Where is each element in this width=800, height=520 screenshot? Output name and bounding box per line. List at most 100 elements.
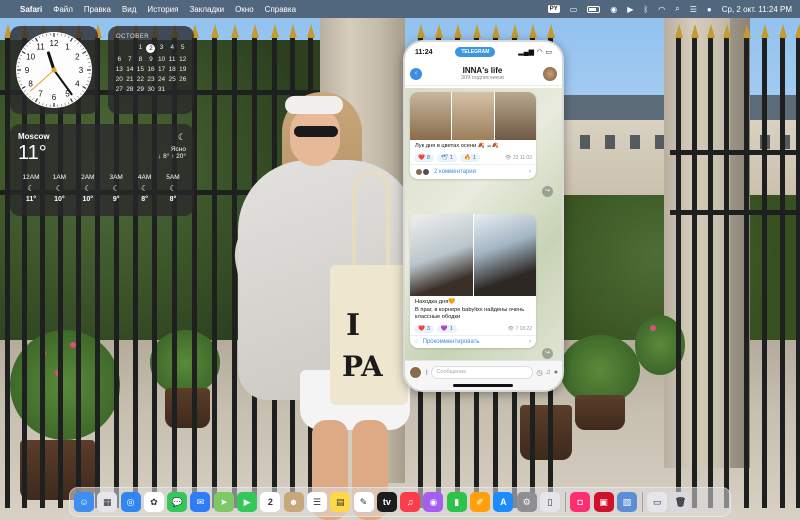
dock-screenshot-icon[interactable]: ◘ (570, 492, 591, 512)
dock-downloads-icon[interactable]: ▭ (647, 492, 668, 512)
dock-reminders-icon[interactable]: ☰ (306, 492, 327, 512)
input-source-icon[interactable]: PY (547, 5, 560, 13)
dock-pages-icon[interactable]: ✐ (470, 492, 491, 512)
post-photos[interactable] (410, 92, 536, 140)
dock-system-settings-icon[interactable]: ⚙ (516, 492, 537, 512)
dock-app-store-icon[interactable]: A (493, 492, 514, 512)
moon-icon: ☾ (177, 132, 186, 142)
plant-pot (520, 405, 572, 460)
app-menu[interactable]: Safari (20, 5, 42, 14)
post-photo[interactable] (494, 92, 536, 140)
reaction-dove[interactable]: 🕊 1 (436, 153, 457, 162)
menu-edit[interactable]: Правка (84, 5, 111, 14)
tote-bag-letter: PA (342, 350, 383, 383)
channel-avatar[interactable] (543, 66, 557, 81)
control-center-icon[interactable]: ☰ (690, 5, 697, 14)
attach-icon[interactable]: ⌇ (425, 369, 428, 377)
sender-avatar[interactable] (409, 366, 422, 379)
calendar-day (114, 44, 125, 53)
message-input[interactable]: Сообщение (431, 366, 534, 379)
dock-numbers-icon[interactable]: ▮ (446, 492, 467, 512)
chat-area[interactable]: Лук дня в цветах осени 🍂 ☕🍂 ❤️ 8 🕊 1 🔥 1 👁 … (405, 88, 562, 360)
bluetooth-icon[interactable]: ᛒ (643, 5, 648, 14)
calendar-day: 11 (168, 56, 176, 63)
post-photo[interactable] (410, 214, 473, 296)
moon-icon: ☾ (169, 184, 177, 193)
dock-launchpad-icon[interactable]: ▦ (97, 492, 118, 512)
reaction-heart[interactable]: ❤️ 8 (414, 153, 434, 162)
post-photos[interactable] (410, 214, 536, 296)
clock-number: 6 (52, 93, 57, 102)
play-icon[interactable]: ▶ (627, 5, 633, 14)
dock-contacts-icon[interactable]: ☻ (283, 492, 304, 512)
airplay-icon[interactable]: ◉ (610, 5, 617, 14)
forecast-temp: 8° (141, 196, 148, 203)
menu-file[interactable]: Файл (53, 5, 73, 14)
forecast-temp: 10° (82, 196, 94, 203)
comment-button[interactable]: ◌ Прокомментировать › (410, 335, 536, 348)
forecast-temp: 11° (25, 196, 37, 203)
post-photo[interactable] (473, 214, 536, 296)
dock-safari-icon[interactable]: ◎ (120, 492, 141, 512)
fence-tip (416, 24, 425, 38)
reaction-fire[interactable]: 🔥 1 (459, 153, 480, 162)
forecast-hour: 1AM ☾ 10° (46, 174, 72, 203)
dock-finder-icon[interactable]: ☺ (74, 492, 94, 512)
siri-icon[interactable]: ● (707, 5, 712, 14)
menu-view[interactable]: Вид (122, 5, 136, 14)
channel-title[interactable]: INNA's life 309 подписчиков (422, 66, 543, 81)
channel-post[interactable]: Лук дня в цветах осени 🍂 ☕🍂 ❤️ 8 🕊 1 🔥 1 👁 … (410, 92, 536, 179)
fence-tip (674, 24, 683, 38)
timer-icon[interactable]: ◷ (536, 369, 542, 377)
bell-icon[interactable]: ♫ (546, 369, 551, 376)
fence-tip (794, 24, 800, 38)
tote-bag (330, 265, 408, 405)
dock-photos-icon[interactable]: ✿ (143, 492, 164, 512)
menu-history[interactable]: История (147, 5, 178, 14)
dock-facetime-icon[interactable]: ▶ (237, 492, 258, 512)
post-photo[interactable] (410, 92, 452, 140)
forward-icon[interactable]: ↪ (542, 348, 553, 359)
calendar-day: 30 (147, 86, 155, 93)
dock-music-icon[interactable]: ♫ (400, 492, 421, 512)
clock-widget[interactable]: 1 2 3 4 5 6 7 8 9 10 11 12 (10, 26, 98, 114)
comments-link[interactable]: 2 комментария › (410, 163, 536, 179)
weather-widget[interactable]: Moscow 11° ☾ Ясно ↓ 8° ↑ 20° 12AM ☾ 11° 1AM… (10, 124, 194, 216)
calendar-day: 19 (179, 66, 187, 73)
dock-trash-icon[interactable]: 🗑 (670, 492, 691, 512)
iphone-mirroring-window[interactable]: 11:24 TELEGRAM ▂▄▆ ◠ ▭ ‹ INNA's life 309… (403, 40, 564, 392)
battery-icon[interactable] (587, 5, 601, 13)
menu-bookmarks[interactable]: Закладки (189, 5, 224, 14)
dock-podcasts-icon[interactable]: ◉ (423, 492, 444, 512)
fence-tip (546, 24, 555, 38)
post-photo[interactable] (452, 92, 494, 140)
dock-messages-icon[interactable]: 💬 (167, 492, 188, 512)
microphone-icon[interactable]: ● (554, 369, 558, 376)
dock-notes-icon[interactable]: ▤ (330, 492, 351, 512)
calendar-day (177, 86, 188, 93)
dock-iphone-mirroring-icon[interactable]: ▯ (539, 492, 560, 512)
menu-help[interactable]: Справка (265, 5, 296, 14)
dock-photo-booth-icon[interactable]: ▣ (593, 492, 614, 512)
channel-post[interactable]: Находка дня🧡 В праг, в корнере babylixx … (410, 214, 536, 349)
dock-tv-icon[interactable]: tv (376, 492, 397, 512)
display-icon[interactable]: ▭ (570, 5, 578, 14)
dock-calendar-icon[interactable]: 2 (260, 492, 281, 512)
reaction-purple-heart[interactable]: 💜 1 (436, 325, 457, 334)
forecast-time: 5AM (166, 174, 180, 181)
search-icon[interactable]: ⌕ (675, 4, 679, 14)
back-icon[interactable]: ‹ (410, 67, 422, 80)
calendar-widget[interactable]: OCTOBER 1 2 3 4 5 6 7 8 9 10 11 12 13 14 15 16 17 18 19 20 2… (108, 26, 194, 114)
forecast-hour: 4AM ☾ 8° (132, 174, 158, 203)
menubar-datetime[interactable]: Ср, 2 окт. 11:24 PM (722, 5, 792, 14)
dock-preview-icon[interactable]: ▧ (616, 492, 637, 512)
reaction-heart[interactable]: ❤️ 3 (414, 325, 434, 334)
dock-maps-icon[interactable]: ➤ (213, 492, 234, 512)
clock-number: 4 (75, 80, 80, 89)
calendar-day: 26 (179, 76, 187, 83)
menu-window[interactable]: Окно (235, 5, 254, 14)
dock-freeform-icon[interactable]: ✎ (353, 492, 374, 512)
forward-icon[interactable]: ↪ (542, 186, 553, 197)
wifi-icon[interactable]: ◠ (658, 5, 665, 14)
dock-mail-icon[interactable]: ✉ (190, 492, 211, 512)
